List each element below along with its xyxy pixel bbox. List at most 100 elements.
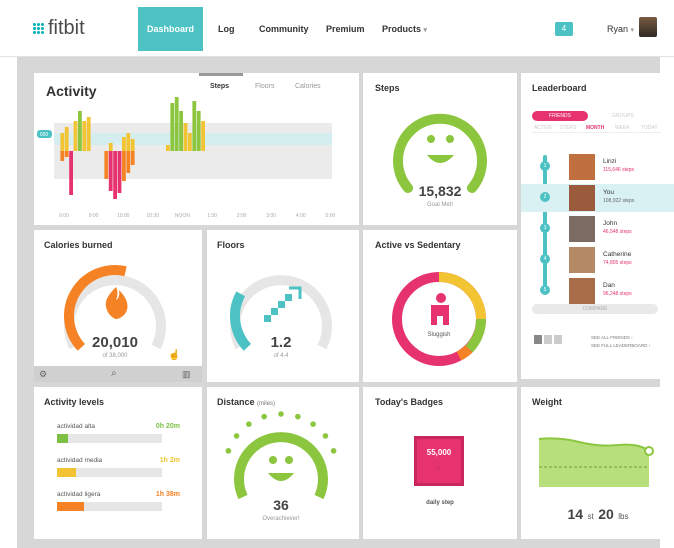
activity-bar: [201, 121, 205, 151]
chevron-down-icon: ▾: [630, 27, 635, 34]
leaderboard-card: Leaderboard FRIENDS GROUPS ACTIVE STEPS …: [521, 73, 674, 379]
sun-ray: [233, 433, 240, 439]
activity-bar: [122, 151, 126, 181]
floors-value: 1.2: [271, 334, 292, 351]
notification-badge[interactable]: 4: [555, 22, 573, 36]
floors-gauge: 1.2 of 4.4: [230, 275, 332, 359]
activity-level-bar: [57, 502, 162, 511]
active-sedentary-ring: Sluggish: [392, 272, 486, 366]
weight-card[interactable]: Weight 14 st 20 lbs: [521, 387, 674, 539]
steps-card[interactable]: Steps 15,832 Goal Met!: [363, 73, 517, 225]
activity-bar: [122, 137, 126, 151]
friend-name: Catherine: [603, 251, 632, 258]
leaderboard-row[interactable]: 5 Dan 96,248 steps: [521, 277, 674, 305]
steps-value: 15,832: [419, 183, 462, 199]
leaderboard-row[interactable]: 4 Catherine 74,805 steps: [521, 246, 674, 274]
gear-icon[interactable]: ⚙: [39, 369, 47, 380]
time-label: 10:00: [117, 213, 130, 219]
friend-avatar: [569, 216, 595, 242]
period-month[interactable]: MONTH: [586, 125, 604, 131]
calories-card[interactable]: Calories burned 20,010 of 38,000 ⚙ ⌕ ▥ ☝: [34, 230, 202, 382]
friend-avatar: [569, 278, 595, 304]
activity-bar: [64, 127, 69, 151]
tab-friends[interactable]: FRIENDS: [532, 111, 588, 121]
badges-title: Today's Badges: [375, 397, 443, 407]
floors-caption: of 4.4: [273, 353, 289, 359]
activity-level-value: 1h 2m: [159, 457, 180, 464]
floors-card[interactable]: Floors 1.2 of 4.4: [207, 230, 359, 382]
nav-dashboard[interactable]: Dashboard: [138, 7, 203, 51]
steps-caption: Goal Met!: [427, 202, 453, 208]
activity-bar: [179, 111, 183, 151]
activity-level-bar: [57, 468, 162, 477]
user-avatar[interactable]: [639, 17, 657, 37]
view-toggle[interactable]: [534, 335, 562, 344]
badge-caption: daily step: [426, 500, 454, 506]
card-toolbar: ⚙ ⌕ ▥: [34, 366, 202, 382]
active-sedentary-card[interactable]: Active vs Sedentary Sluggish: [363, 230, 517, 382]
user-name: Ryan: [607, 24, 629, 34]
friend-name: John: [603, 220, 618, 227]
time-label: 1:30: [207, 213, 217, 219]
nav-products[interactable]: Products ▾: [382, 24, 427, 34]
period-today[interactable]: TODAY: [641, 125, 658, 131]
activity-bar: [117, 151, 122, 193]
period-steps[interactable]: STEPS: [560, 125, 576, 131]
activity-level-label: actividad ligera: [57, 491, 101, 498]
sun-ray: [246, 421, 252, 427]
time-label: 2:00: [237, 213, 247, 219]
friend-avatar: [569, 185, 595, 211]
chevron-down-icon: ▾: [423, 27, 428, 34]
compare-button[interactable]: COMPARE: [532, 304, 658, 314]
activity-bar: [108, 143, 113, 151]
activity-bar: [166, 145, 170, 151]
weight-lbs-unit: lbs: [618, 512, 629, 521]
period-active[interactable]: ACTIVE: [534, 125, 552, 131]
nav-log[interactable]: Log: [218, 24, 235, 34]
distance-card[interactable]: Distance (miles) 36 Overachiever!: [207, 387, 359, 539]
activity-level-fill: [57, 434, 68, 443]
bar-chart-icon[interactable]: ▥: [182, 369, 191, 380]
fitbit-logo[interactable]: fitbit: [33, 17, 85, 40]
active-segment: [465, 318, 486, 353]
current-weight-point[interactable]: [644, 446, 654, 456]
leaderboard-row[interactable]: 1 Linzi 115,646 steps: [521, 153, 674, 181]
activity-status: Sluggish: [427, 332, 450, 338]
search-icon[interactable]: ⌕: [111, 368, 117, 379]
activity-bar: [174, 97, 179, 151]
activity-bar: [104, 151, 109, 179]
dashboard-grid: Activity Steps Floors Calories 650 6:00 9…: [17, 57, 674, 548]
grid-view-icon[interactable]: [554, 335, 562, 344]
see-all-friends-link[interactable]: SEE ALL FRIENDS ›: [591, 335, 633, 340]
nav-premium[interactable]: Premium: [326, 24, 365, 34]
list-view-icon[interactable]: [544, 335, 552, 344]
friend-avatar: [569, 154, 595, 180]
activity-bar: [130, 139, 135, 151]
distance-gauge: 36 Overachiever!: [225, 411, 337, 522]
flame-icon: [105, 287, 128, 319]
weight-st-value: 14: [567, 506, 584, 522]
leaderboard-row[interactable]: 2 You 108,922 steps: [521, 184, 674, 212]
chart-view-icon[interactable]: [534, 335, 542, 344]
time-label: 3:00: [266, 213, 276, 219]
logo-text: fitbit: [48, 17, 85, 39]
activity-bar: [60, 133, 65, 151]
activity-card: Activity Steps Floors Calories 650 6:00 9…: [34, 73, 359, 225]
footprints-icon: ⁖: [435, 463, 441, 473]
activity-levels-card[interactable]: Activity levels actividad alta 0h 20m acti…: [34, 387, 202, 539]
see-full-leaderboard-link[interactable]: SEE FULL LEADERBOARD ›: [591, 343, 650, 348]
nav-community[interactable]: Community: [259, 24, 309, 34]
time-label: NOON: [175, 213, 190, 219]
sun-ray: [322, 433, 329, 439]
activity-level-fill: [57, 468, 76, 477]
period-week[interactable]: WEEK: [615, 125, 630, 131]
badges-card[interactable]: Today's Badges 55,000 ⁖ daily step: [363, 387, 517, 539]
activity-bar: [126, 151, 131, 173]
smiley-eye-left: [427, 135, 435, 143]
cursor-hand-icon: ☝: [168, 350, 181, 361]
leaderboard-row[interactable]: 3 John 46,548 steps: [521, 215, 674, 243]
user-menu[interactable]: Ryan ▾: [607, 24, 634, 34]
sun-ray: [261, 413, 267, 420]
daily-step-badge[interactable]: 55,000 ⁖: [414, 436, 464, 486]
tab-groups[interactable]: GROUPS: [612, 111, 634, 121]
